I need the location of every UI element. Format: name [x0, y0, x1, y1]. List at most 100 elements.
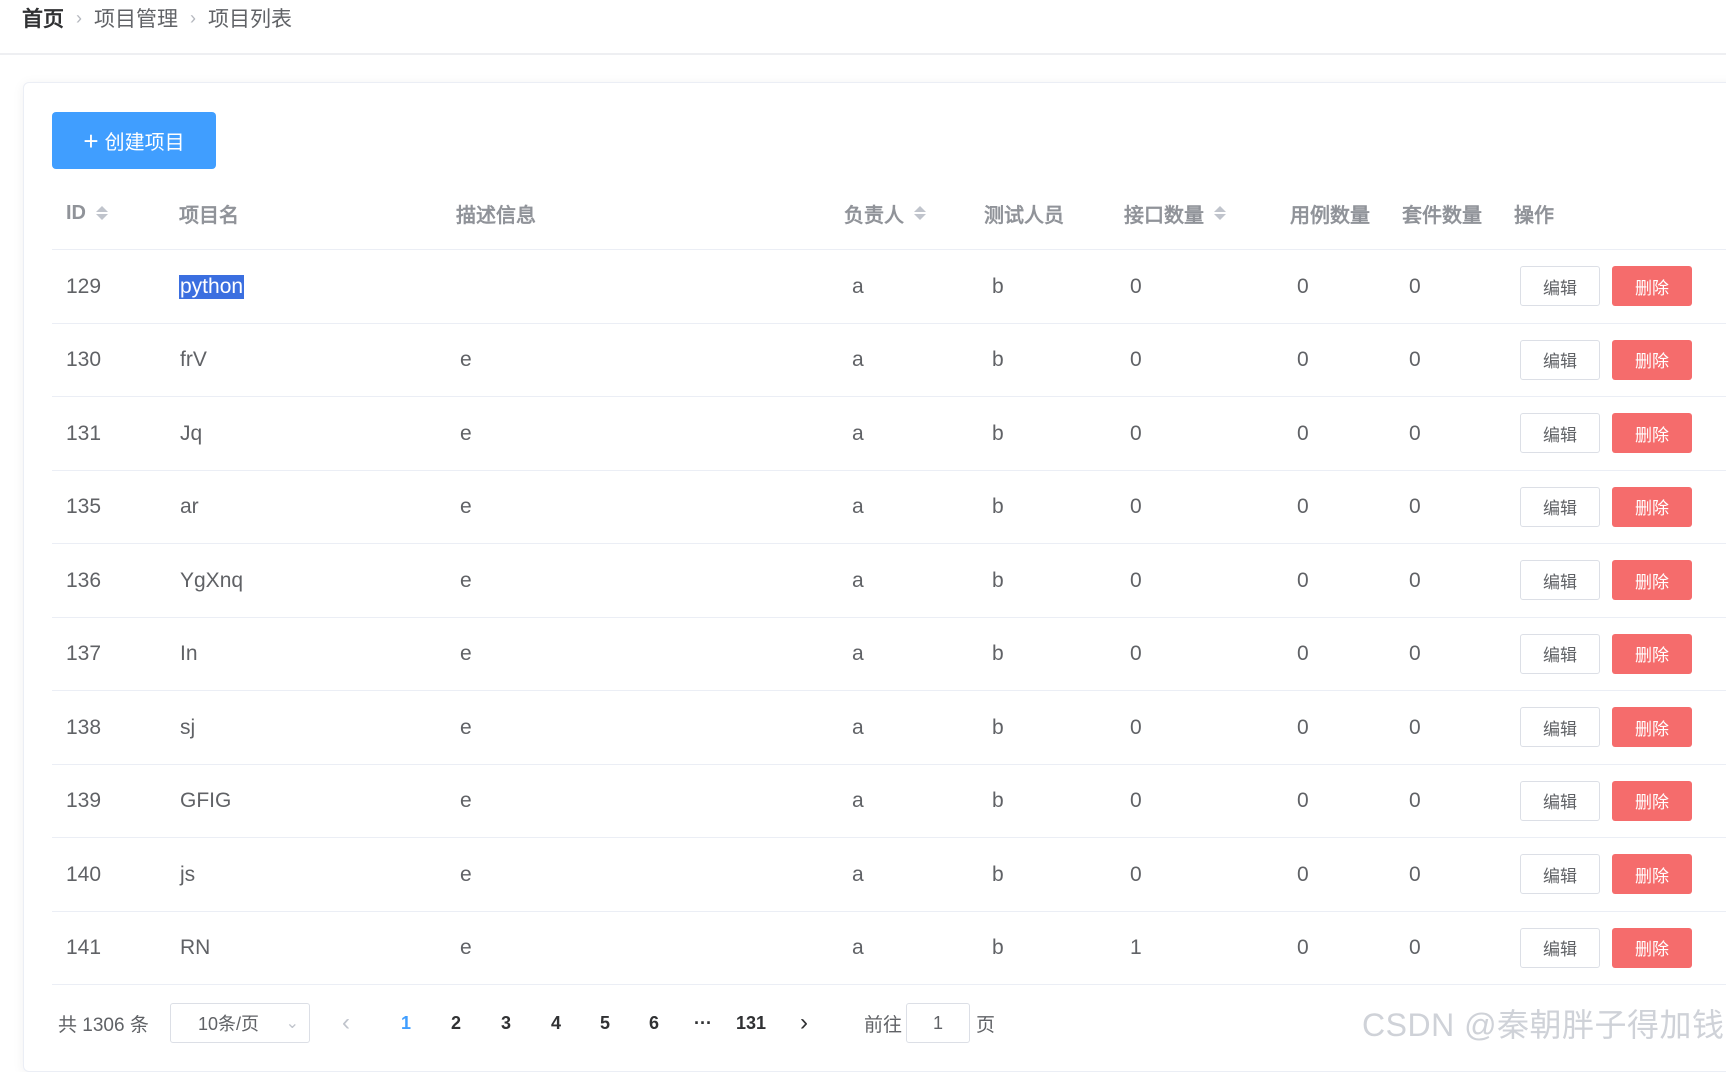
column-header-label: ID [66, 201, 86, 224]
sort-icon[interactable] [96, 206, 108, 220]
sort-icon[interactable] [914, 206, 926, 220]
delete-button[interactable]: 删除 [1612, 413, 1692, 453]
edit-button[interactable]: 编辑 [1520, 486, 1600, 527]
edit-button[interactable]: 编辑 [1520, 707, 1600, 747]
cell-name: js [180, 862, 196, 886]
column-header-actions: 操作 [1514, 176, 1554, 250]
cell-description: e [460, 936, 472, 959]
header-divider [0, 53, 1726, 55]
page-number[interactable]: 3 [486, 1000, 526, 1046]
page-number[interactable]: 2 [436, 1000, 476, 1046]
edit-button[interactable]: 编辑 [1520, 339, 1600, 380]
cell-description: e [460, 421, 472, 445]
page-size-select[interactable]: 10条/页 ⌄ [170, 1003, 310, 1043]
cell-id: 131 [66, 421, 102, 445]
cell-case-count: 0 [1297, 862, 1309, 886]
column-header-suite-count: 套件数量 [1402, 176, 1482, 250]
cell-name: RN [180, 936, 211, 959]
cell-case-count: 0 [1297, 274, 1309, 298]
page-number[interactable]: 6 [634, 1000, 674, 1046]
column-header-label: 接口数量 [1124, 204, 1204, 227]
delete-button[interactable]: 删除 [1612, 927, 1692, 968]
table-row: 131 Jq e a b 0 0 0 编辑 删除 [52, 397, 1726, 471]
cell-leader: a [852, 348, 864, 371]
cell-tester: b [992, 495, 1004, 518]
column-header-tester: 测试人员 [984, 176, 1064, 250]
cell-description: e [460, 348, 472, 371]
more-pages-ellipsis[interactable]: ··· [683, 1000, 723, 1046]
column-header-case-count: 用例数量 [1290, 176, 1370, 250]
sort-icon[interactable] [1214, 206, 1226, 220]
cell-name: ar [180, 495, 199, 518]
pagination: 共 1306 条 10条/页 ⌄ ‹ 1 2 3 4 5 6 ··· 131 ›… [0, 1000, 1726, 1046]
delete-button[interactable]: 删除 [1612, 633, 1692, 674]
edit-button[interactable]: 编辑 [1520, 927, 1600, 968]
cell-name: Jq [180, 421, 203, 445]
page-number-last[interactable]: 131 [731, 1000, 771, 1046]
cell-id: 139 [66, 789, 102, 812]
page-number[interactable]: 4 [536, 1000, 576, 1046]
chevron-right-icon: › [76, 7, 82, 28]
edit-button[interactable]: 编辑 [1520, 413, 1600, 453]
delete-button[interactable]: 删除 [1612, 560, 1692, 600]
cell-api-count: 0 [1130, 495, 1142, 518]
cell-tester: b [992, 274, 1004, 298]
cell-suite-count: 0 [1409, 348, 1421, 371]
delete-button[interactable]: 删除 [1612, 707, 1692, 747]
page-number[interactable]: 1 [386, 1000, 426, 1046]
cell-description: e [460, 862, 472, 886]
create-project-label: 创建项目 [104, 132, 185, 154]
create-project-button[interactable]: + 创建项目 [52, 112, 216, 169]
prev-page-button[interactable]: ‹ [342, 1000, 350, 1046]
delete-button[interactable]: 删除 [1612, 266, 1692, 306]
cell-suite-count: 0 [1409, 642, 1421, 665]
cell-case-count: 0 [1297, 789, 1309, 812]
column-header-name: 项目名 [179, 176, 239, 250]
delete-button[interactable]: 删除 [1612, 339, 1692, 380]
cell-leader: a [852, 274, 864, 298]
delete-button[interactable]: 删除 [1612, 486, 1692, 527]
cell-id: 137 [66, 642, 102, 665]
column-header-leader[interactable]: 负责人 [844, 176, 926, 250]
selected-text: python [179, 274, 245, 299]
cell-name: GFIG [180, 789, 232, 812]
table-row: 135 ar e a b 0 0 0 编辑 删除 [52, 471, 1726, 544]
cell-case-count: 0 [1297, 495, 1309, 518]
cell-suite-count: 0 [1409, 936, 1421, 959]
breadcrumb-project-management[interactable]: 项目管理 [94, 3, 178, 33]
cell-description: e [460, 568, 472, 592]
cell-case-count: 0 [1297, 936, 1309, 959]
page-size-value: 10条/页 [198, 1014, 260, 1034]
page-number[interactable]: 5 [585, 1000, 625, 1046]
column-header-description: 描述信息 [456, 176, 536, 250]
edit-button[interactable]: 编辑 [1520, 560, 1600, 600]
chevron-down-icon: ⌄ [285, 1015, 299, 1032]
column-header-id[interactable]: ID [66, 176, 108, 250]
cell-name: frV [180, 348, 207, 371]
cell-suite-count: 0 [1409, 421, 1421, 445]
delete-button[interactable]: 删除 [1612, 780, 1692, 821]
delete-button[interactable]: 删除 [1612, 854, 1692, 894]
cell-suite-count: 0 [1409, 715, 1421, 739]
table-row: 129 python a b 0 0 0 编辑 删除 [52, 250, 1726, 324]
cell-suite-count: 0 [1409, 789, 1421, 812]
breadcrumb-home[interactable]: 首页 [22, 3, 64, 33]
column-header-api-count[interactable]: 接口数量 [1124, 176, 1226, 250]
cell-suite-count: 0 [1409, 495, 1421, 518]
edit-button[interactable]: 编辑 [1520, 780, 1600, 821]
cell-tester: b [992, 862, 1004, 886]
edit-button[interactable]: 编辑 [1520, 633, 1600, 674]
cell-case-count: 0 [1297, 642, 1309, 665]
cell-id: 129 [66, 274, 102, 298]
next-page-button[interactable]: › [800, 1000, 808, 1046]
edit-button[interactable]: 编辑 [1520, 854, 1600, 894]
cell-api-count: 0 [1130, 715, 1142, 739]
cell-case-count: 0 [1297, 568, 1309, 592]
goto-page-input[interactable]: 1 [906, 1003, 970, 1043]
cell-tester: b [992, 936, 1004, 959]
edit-button[interactable]: 编辑 [1520, 266, 1600, 306]
cell-api-count: 0 [1130, 642, 1142, 665]
plus-icon: + [83, 125, 99, 156]
cell-name: sj [180, 715, 196, 739]
cell-leader: a [852, 936, 864, 959]
